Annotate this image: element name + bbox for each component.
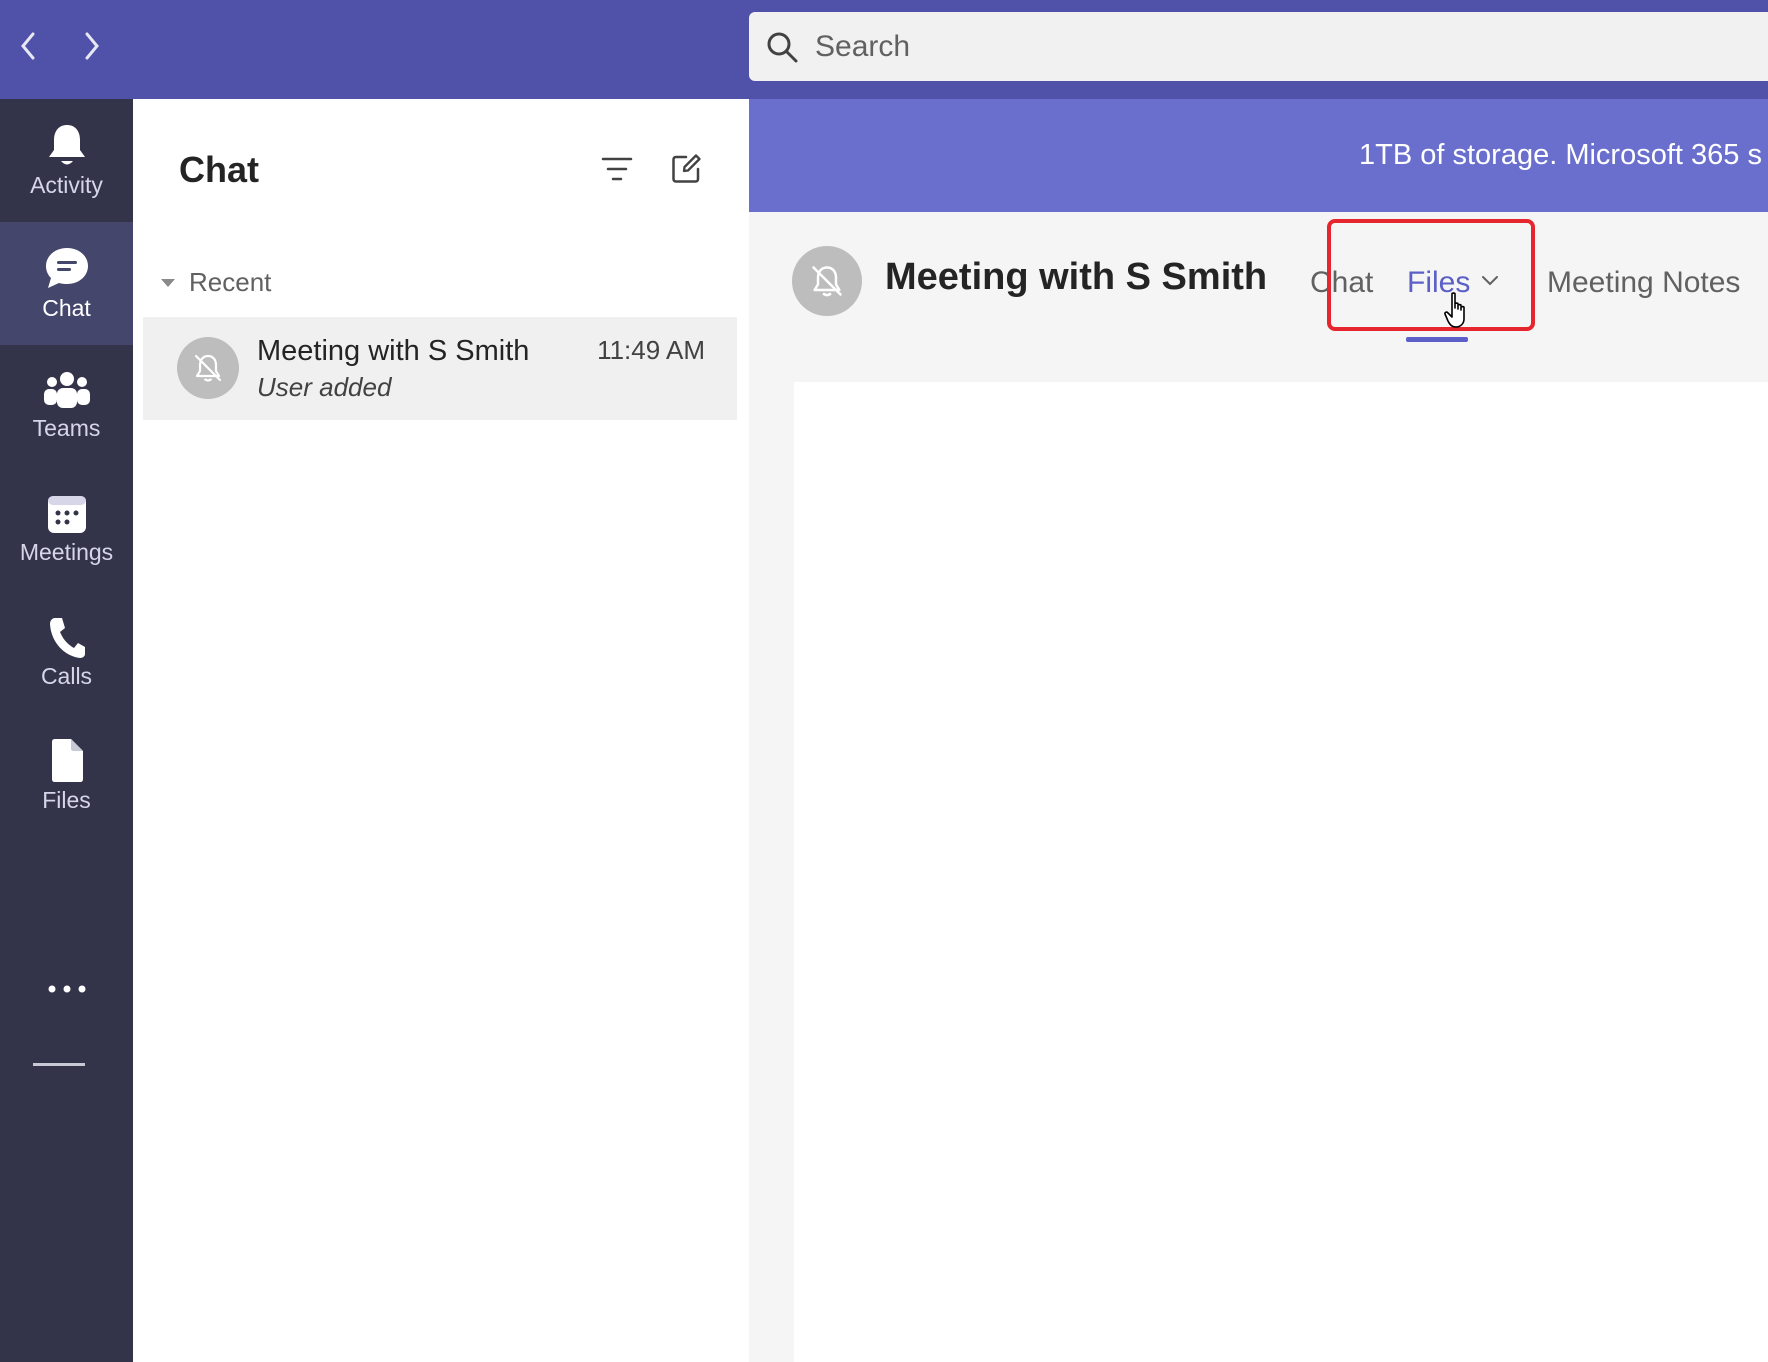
calendar-icon (47, 496, 86, 533)
recent-section-toggle[interactable]: Recent (157, 267, 271, 298)
search-icon (765, 30, 799, 64)
active-tab-indicator (1406, 337, 1468, 342)
avatar (177, 337, 239, 399)
back-button[interactable] (8, 26, 48, 66)
bell-icon (48, 125, 85, 165)
search-input[interactable] (813, 28, 1717, 65)
more-apps-button[interactable] (0, 959, 133, 1019)
caret-down-icon (161, 278, 175, 287)
phone-icon (49, 618, 85, 658)
hand-cursor-icon (1444, 292, 1472, 335)
rail-item-meetings[interactable]: Meetings (0, 468, 133, 591)
app-rail: Activity Chat Teams Meetings Calls Files (0, 99, 133, 1362)
rail-item-chat[interactable]: Chat (0, 222, 133, 345)
tab-meeting-notes[interactable]: Meeting Notes (1547, 266, 1740, 300)
chat-list-panel: Chat Recent Meeting with S Smith 11:49 A… (133, 99, 749, 1362)
rail-item-label: Meetings (19, 539, 114, 565)
file-icon (51, 739, 83, 782)
rail-item-label: Activity (30, 172, 103, 198)
rail-item-activity[interactable]: Activity (0, 99, 133, 222)
rail-item-calls[interactable]: Calls (0, 591, 133, 714)
highlight-annotation (1327, 219, 1535, 331)
compose-icon (672, 154, 701, 183)
conversation-avatar (792, 246, 862, 316)
chat-name: Meeting with S Smith (257, 335, 530, 367)
chat-list-title: Chat (179, 149, 259, 190)
filter-button[interactable] (595, 147, 639, 191)
filter-icon (601, 157, 633, 181)
conversation-title: Meeting with S Smith (885, 256, 1268, 298)
search-bar[interactable] (749, 12, 1768, 81)
chat-time: 11:49 AM (597, 335, 705, 365)
rail-item-label: Files (42, 787, 91, 813)
chevron-left-icon (21, 32, 35, 60)
rail-item-label: Calls (40, 663, 93, 689)
title-bar (0, 0, 1768, 99)
banner-text: 1TB of storage. Microsoft 365 s (1359, 139, 1762, 171)
rail-item-teams[interactable]: Teams (0, 345, 133, 468)
people-icon (43, 372, 90, 408)
files-content-area (794, 382, 1768, 1362)
chevron-right-icon (85, 32, 99, 60)
rail-divider (33, 1063, 85, 1066)
forward-button[interactable] (72, 26, 112, 66)
bell-off-icon (812, 266, 842, 297)
rail-item-files[interactable]: Files (0, 714, 133, 837)
chat-list-item[interactable]: Meeting with S Smith 11:49 AM User added (143, 317, 737, 420)
rail-item-label: Teams (32, 415, 101, 441)
bell-off-icon (194, 354, 222, 382)
chat-preview: User added (257, 372, 392, 402)
conversation-header: Meeting with S Smith Chat Files Meeting … (749, 212, 1768, 352)
recent-section-label: Recent (189, 267, 272, 297)
more-horizontal-icon (48, 985, 85, 993)
promo-banner: 1TB of storage. Microsoft 365 s (749, 99, 1768, 212)
new-chat-button[interactable] (664, 147, 708, 191)
chat-bubble-icon (45, 248, 88, 288)
rail-item-label: Chat (42, 295, 91, 321)
